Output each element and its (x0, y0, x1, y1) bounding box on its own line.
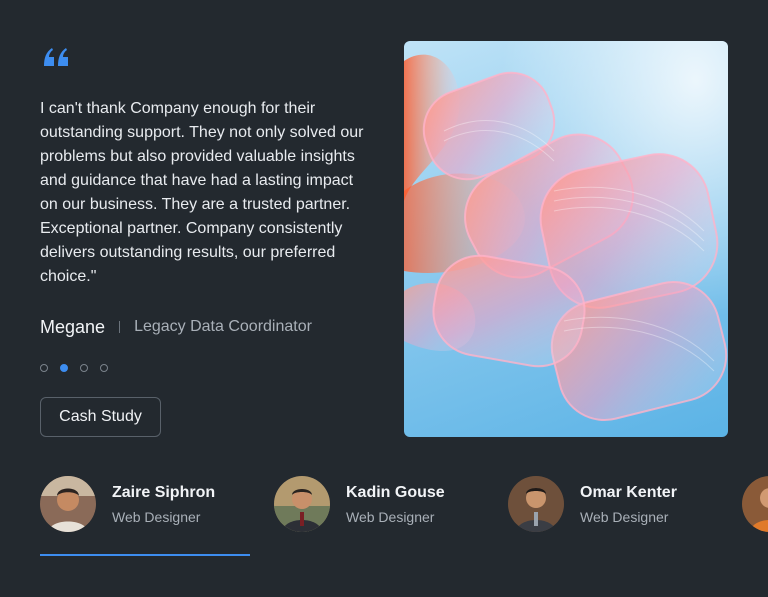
person-card[interactable]: Kadin Gouse Web Designer (274, 476, 445, 532)
person-card[interactable] (742, 476, 768, 532)
abstract-glass-shapes (404, 41, 728, 437)
case-study-button[interactable]: Cash Study (40, 397, 161, 437)
author-role: Legacy Data Coordinator (134, 318, 312, 335)
person-name: Zaire Siphron (112, 483, 216, 501)
active-person-indicator (40, 554, 250, 556)
author-name: Megane (40, 316, 106, 337)
team-selector: Zaire Siphron Web Designer Kadin Gouse W… (0, 476, 768, 536)
pagination-dot-3[interactable] (80, 364, 88, 372)
author-divider (119, 321, 121, 333)
person-role: Web Designer (112, 508, 201, 525)
avatar (40, 476, 96, 532)
avatar (742, 476, 768, 532)
avatar (508, 476, 564, 532)
person-card[interactable]: Omar Kenter Web Designer (508, 476, 677, 532)
pagination-dot-4[interactable] (100, 364, 108, 372)
testimonial-author: Megane Legacy Data Coordinator (40, 314, 312, 340)
person-role: Web Designer (580, 508, 669, 525)
hero-image (404, 41, 728, 437)
testimonial-quote: I can't thank Company enough for their o… (40, 100, 364, 285)
person-role: Web Designer (346, 508, 435, 525)
avatar (274, 476, 330, 532)
person-name: Kadin Gouse (346, 483, 445, 501)
slider-pagination (40, 364, 108, 372)
pagination-dot-1[interactable] (40, 364, 48, 372)
person-name: Omar Kenter (580, 483, 677, 501)
person-card[interactable]: Zaire Siphron Web Designer (40, 476, 215, 532)
pagination-dot-2[interactable] (60, 364, 68, 372)
quote-icon (44, 48, 68, 66)
